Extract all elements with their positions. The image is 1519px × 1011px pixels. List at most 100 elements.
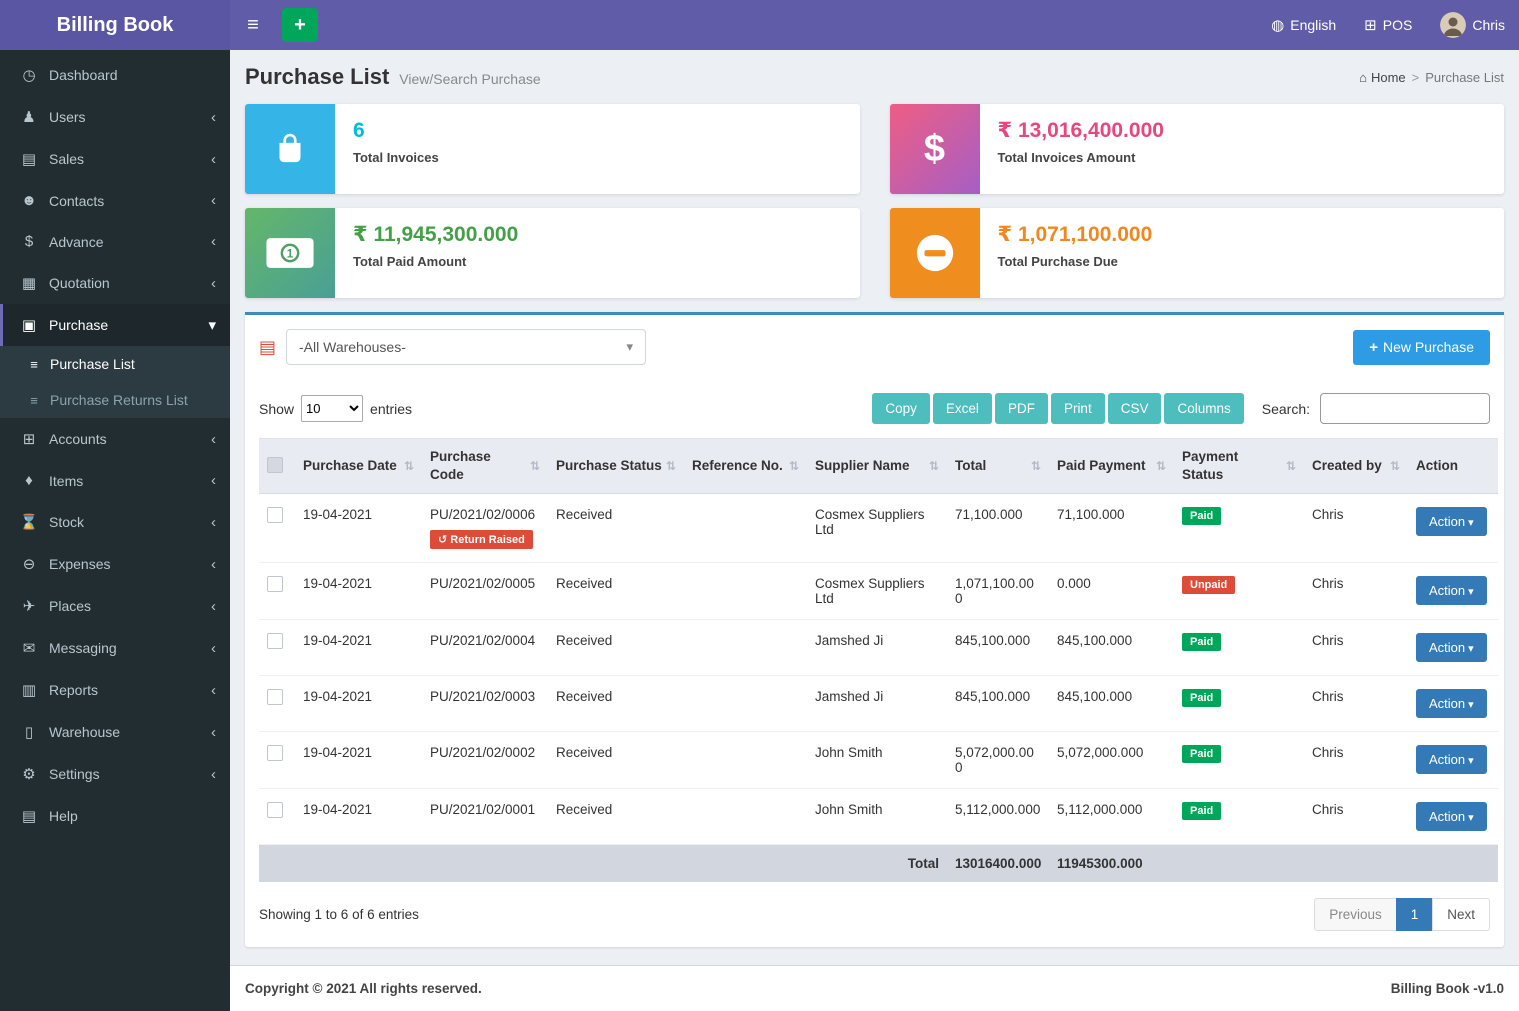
sort-icon[interactable]: ⇅ bbox=[789, 459, 799, 473]
return-raised-badge: ↺ Return Raised bbox=[430, 530, 533, 549]
app-window: Billing Book ◷Dashboard♟Users‹▤Sales‹☻Co… bbox=[0, 0, 1519, 1011]
cell-total: 71,100.000 bbox=[947, 494, 1049, 563]
sort-icon[interactable]: ⇅ bbox=[1286, 459, 1296, 473]
cell-supplier-name: Cosmex Suppliers Ltd bbox=[807, 494, 947, 563]
action-button[interactable]: Action▾ bbox=[1416, 507, 1487, 536]
csv-export-button[interactable]: CSV bbox=[1108, 393, 1162, 424]
row-checkbox[interactable] bbox=[267, 745, 283, 761]
sidebar-item-sales[interactable]: ▤Sales‹ bbox=[0, 138, 230, 180]
pagination-page-1[interactable]: 1 bbox=[1396, 898, 1434, 931]
action-button[interactable]: Action▾ bbox=[1416, 802, 1487, 831]
footer-paid-value: 11945300.000 bbox=[1049, 845, 1174, 883]
cell-payment-status: Paid bbox=[1174, 620, 1304, 676]
copy-export-button[interactable]: Copy bbox=[872, 393, 930, 424]
excel-export-button[interactable]: Excel bbox=[933, 393, 992, 424]
column-header-total[interactable]: Total⇅ bbox=[947, 439, 1049, 494]
column-header-created-by[interactable]: Created by⇅ bbox=[1304, 439, 1408, 494]
sidebar-item-places[interactable]: ✈Places‹ bbox=[0, 585, 230, 627]
search-input[interactable] bbox=[1320, 393, 1490, 424]
sort-icon[interactable]: ⇅ bbox=[404, 459, 414, 473]
svg-text:1: 1 bbox=[287, 248, 294, 260]
breadcrumb-home[interactable]: ⌂ Home bbox=[1359, 70, 1406, 85]
sort-icon[interactable]: ⇅ bbox=[929, 459, 939, 473]
column-header-supplier-name[interactable]: Supplier Name⇅ bbox=[807, 439, 947, 494]
row-checkbox[interactable] bbox=[267, 576, 283, 592]
sidebar-item-dashboard[interactable]: ◷Dashboard bbox=[0, 54, 230, 96]
sidebar-item-settings[interactable]: ⚙Settings‹ bbox=[0, 753, 230, 795]
sort-icon[interactable]: ⇅ bbox=[666, 459, 676, 473]
column-header-paid-payment[interactable]: Paid Payment⇅ bbox=[1049, 439, 1174, 494]
user-menu[interactable]: Chris bbox=[1426, 0, 1519, 50]
action-button[interactable]: Action▾ bbox=[1416, 745, 1487, 774]
sidebar-item-advance[interactable]: $Advance‹ bbox=[0, 221, 230, 262]
warehouse-select[interactable]: -All Warehouses- ▾ bbox=[286, 329, 646, 365]
column-header-purchase-code[interactable]: Purchase Code⇅ bbox=[422, 439, 548, 494]
sidebar-item-items[interactable]: ♦Items‹ bbox=[0, 460, 230, 501]
action-button[interactable]: Action▾ bbox=[1416, 689, 1487, 718]
sidebar-item-messaging[interactable]: ✉Messaging‹ bbox=[0, 627, 230, 669]
sidebar-item-stock[interactable]: ⌛Stock‹ bbox=[0, 501, 230, 543]
pos-button[interactable]: ⊞ POS bbox=[1350, 0, 1426, 50]
language-label: English bbox=[1290, 17, 1336, 33]
column-header-purchase-date[interactable]: Purchase Date⇅ bbox=[295, 439, 422, 494]
chevron-left-icon: ‹ bbox=[211, 725, 216, 740]
page-size-select[interactable]: 10 bbox=[301, 395, 363, 422]
chevron-left-icon: ‹ bbox=[211, 767, 216, 782]
new-purchase-button[interactable]: + New Purchase bbox=[1353, 330, 1490, 365]
sidebar-item-quotation[interactable]: ▦Quotation‹ bbox=[0, 262, 230, 304]
print-export-button[interactable]: Print bbox=[1051, 393, 1105, 424]
cell-payment-status: Paid bbox=[1174, 676, 1304, 732]
sort-icon[interactable]: ⇅ bbox=[1031, 459, 1041, 473]
row-checkbox[interactable] bbox=[267, 689, 283, 705]
home-icon: ⌂ bbox=[1359, 70, 1367, 85]
column-header-reference-no[interactable]: Reference No.⇅ bbox=[684, 439, 807, 494]
row-checkbox[interactable] bbox=[267, 802, 283, 818]
pagination-previous[interactable]: Previous bbox=[1314, 898, 1397, 931]
stat-value: ₹ 11,945,300.000 bbox=[353, 222, 518, 247]
sidebar-item-users[interactable]: ♟Users‹ bbox=[0, 96, 230, 138]
sidebar-item-contacts[interactable]: ☻Contacts‹ bbox=[0, 180, 230, 221]
pagination-next[interactable]: Next bbox=[1432, 898, 1490, 931]
sidebar-item-label: Reports bbox=[49, 682, 201, 698]
column-header-purchase-status[interactable]: Purchase Status⇅ bbox=[548, 439, 684, 494]
table-total-row: Total 13016400.000 11945300.000 bbox=[259, 845, 1498, 883]
pdf-export-button[interactable]: PDF bbox=[995, 393, 1048, 424]
settings-icon: ⚙ bbox=[19, 765, 39, 783]
select-all-checkbox[interactable] bbox=[267, 457, 283, 473]
action-button[interactable]: Action▾ bbox=[1416, 633, 1487, 662]
sidebar-item-warehouse[interactable]: ▯Warehouse‹ bbox=[0, 711, 230, 753]
sort-icon[interactable]: ⇅ bbox=[1390, 459, 1400, 473]
columns-export-button[interactable]: Columns bbox=[1164, 393, 1243, 424]
sidebar-item-label: Warehouse bbox=[49, 724, 201, 740]
column-header-payment-status[interactable]: Payment Status⇅ bbox=[1174, 439, 1304, 494]
stock-icon: ⌛ bbox=[19, 513, 39, 531]
cell-purchase-status: Received bbox=[548, 676, 684, 732]
cell-supplier-name: John Smith bbox=[807, 732, 947, 789]
cell-reference-no bbox=[684, 494, 807, 563]
cell-paid-payment: 5,112,000.000 bbox=[1049, 789, 1174, 845]
sidebar-subitem-purchase-returns-list[interactable]: ≡Purchase Returns List bbox=[0, 382, 230, 418]
sidebar: Billing Book ◷Dashboard♟Users‹▤Sales‹☻Co… bbox=[0, 0, 230, 1011]
cell-total: 845,100.000 bbox=[947, 620, 1049, 676]
sort-icon[interactable]: ⇅ bbox=[530, 459, 540, 473]
hamburger-menu-button[interactable]: ≡ bbox=[230, 0, 276, 50]
sort-icon[interactable]: ⇅ bbox=[1156, 459, 1166, 473]
sidebar-item-reports[interactable]: ▥Reports‹ bbox=[0, 669, 230, 711]
sales-icon: ▤ bbox=[19, 150, 39, 168]
sidebar-item-expenses[interactable]: ⊖Expenses‹ bbox=[0, 543, 230, 585]
brand-logo[interactable]: Billing Book bbox=[0, 0, 230, 50]
places-icon: ✈ bbox=[19, 597, 39, 615]
quick-add-button[interactable]: + bbox=[282, 8, 318, 42]
pos-label: POS bbox=[1383, 17, 1413, 33]
sidebar-item-purchase[interactable]: ▣Purchase▾ bbox=[0, 304, 230, 346]
sidebar-item-help[interactable]: ▤Help bbox=[0, 795, 230, 837]
warehouse-icon: ▤ bbox=[259, 337, 276, 358]
action-button[interactable]: Action▾ bbox=[1416, 576, 1487, 605]
sidebar-item-accounts[interactable]: ⊞Accounts‹ bbox=[0, 418, 230, 460]
language-menu[interactable]: ◍ English bbox=[1257, 0, 1350, 50]
reports-icon: ▥ bbox=[19, 681, 39, 699]
sidebar-subitem-purchase-list[interactable]: ≡Purchase List bbox=[0, 346, 230, 382]
row-checkbox[interactable] bbox=[267, 633, 283, 649]
chevron-left-icon: ‹ bbox=[211, 110, 216, 125]
row-checkbox[interactable] bbox=[267, 507, 283, 523]
